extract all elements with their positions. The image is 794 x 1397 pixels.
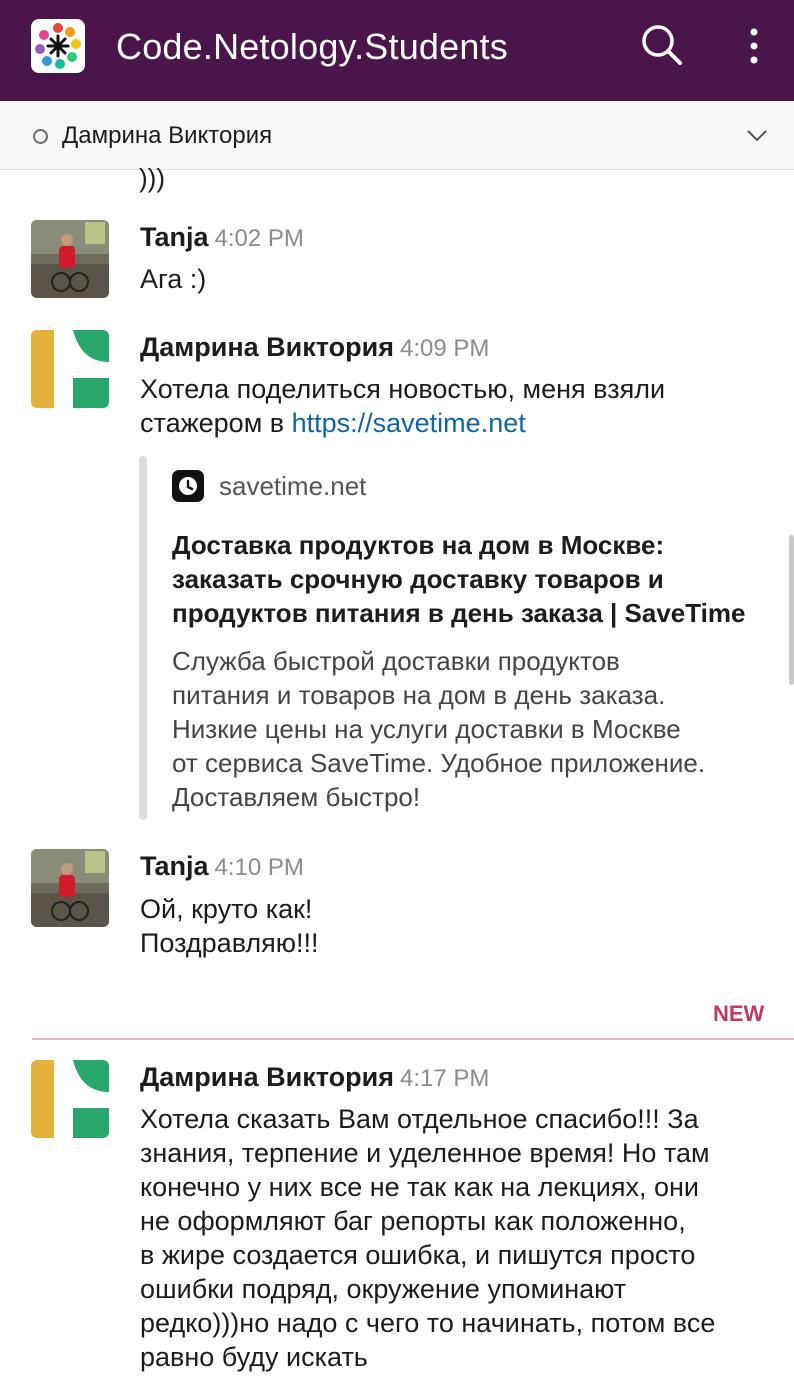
author-name[interactable]: Дамрина Виктория xyxy=(140,1062,394,1092)
message-line: Ага :) xyxy=(140,264,207,294)
chevron-down-icon[interactable] xyxy=(745,125,769,145)
message-author[interactable]: Дамрина Виктория 4:17 PM xyxy=(140,1062,489,1093)
workspace-title[interactable]: Code.Netology.Students xyxy=(116,26,508,68)
new-messages-label: NEW xyxy=(713,1001,765,1026)
presence-away-icon xyxy=(33,129,48,144)
conversation-header[interactable]: Дамрина Виктория xyxy=(0,101,794,170)
link-preview-desc-line: питания и товаров на дом в день заказа. xyxy=(172,680,666,710)
message-time: 4:17 PM xyxy=(399,1065,490,1092)
link-preview-bar xyxy=(139,456,147,820)
message-text: Хотела поделиться новостью, меня взяли с… xyxy=(140,372,665,440)
message-text: Хотела сказать Вам отдельное спасибо!!! … xyxy=(140,1102,715,1374)
link-preview-title[interactable]: Доставка продуктов на дом в Москве: зака… xyxy=(172,528,782,630)
message-line: Поздравляю!!! xyxy=(140,928,319,958)
more-menu-button[interactable] xyxy=(738,24,770,68)
avatar[interactable] xyxy=(31,849,109,927)
previous-message-fragment: ))) xyxy=(139,163,165,193)
avatar[interactable] xyxy=(31,330,109,408)
search-button[interactable] xyxy=(639,22,685,68)
message-link[interactable]: https://savetime.net xyxy=(292,408,526,438)
link-preview-title-line: Доставка продуктов на дом в Москве: xyxy=(172,530,665,560)
more-vertical-icon xyxy=(750,28,758,64)
message-line: ошибки подряд, окружение упоминают xyxy=(140,1274,627,1304)
message-line: редко)))но надо с чего то начинать, пото… xyxy=(140,1308,716,1338)
avatar[interactable] xyxy=(31,220,109,298)
message-line: Хотела сказать Вам отдельное спасибо!!! … xyxy=(140,1104,699,1134)
message-line: не оформляют баг репорты как положенно, xyxy=(140,1206,686,1236)
app-header: Code.Netology.Students xyxy=(0,0,794,101)
message-time: 4:09 PM xyxy=(399,335,490,362)
scrollbar[interactable] xyxy=(789,535,794,685)
message-time: 4:10 PM xyxy=(214,854,304,881)
search-icon xyxy=(642,25,682,65)
link-preview-title-line: заказать срочную доставку товаров и xyxy=(172,564,664,594)
message-text: Ага :) xyxy=(140,262,206,296)
message-line-text: стажером в xyxy=(140,408,292,438)
link-preview-title-line: продуктов питания в день заказа | SaveTi… xyxy=(172,598,746,628)
author-name[interactable]: Tanja xyxy=(140,851,209,881)
message-line: Хотела поделиться новостью, меня взяли xyxy=(140,374,666,404)
link-preview-desc-line: Служба быстрой доставки продуктов xyxy=(172,646,620,676)
message-line: Ой, круто как! xyxy=(140,894,313,924)
message-line: знания, терпение и уделенное время! Но т… xyxy=(140,1138,710,1168)
conversation-name: Дамрина Виктория xyxy=(62,122,273,149)
avatar[interactable] xyxy=(31,1060,109,1138)
author-name[interactable]: Дамрина Виктория xyxy=(140,332,394,362)
message-line: в жире создается ошибка, и пишутся прост… xyxy=(140,1240,696,1270)
link-preview-site[interactable]: savetime.net xyxy=(219,471,366,502)
message-line: стажером в https://savetime.net xyxy=(140,406,665,440)
message-time: 4:02 PM xyxy=(214,225,304,252)
message-author[interactable]: Tanja 4:02 PM xyxy=(140,222,304,253)
link-preview-desc-line: от сервиса SaveTime. Удобное приложение. xyxy=(172,748,706,778)
message-line: равно буду искать xyxy=(140,1342,368,1372)
link-preview-desc-line: Доставляем быстро! xyxy=(172,782,421,812)
new-messages-divider xyxy=(32,1038,794,1040)
link-preview-desc-line: Низкие цены на услуги доставки в Москве xyxy=(172,714,681,744)
site-favicon-icon xyxy=(172,470,204,502)
workspace-logo-icon[interactable] xyxy=(31,19,85,73)
message-text: Ой, круто как! Поздравляю!!! xyxy=(140,892,319,960)
link-preview-description: Служба быстрой доставки продуктов питани… xyxy=(172,644,782,814)
message-author[interactable]: Дамрина Виктория 4:09 PM xyxy=(140,332,489,363)
message-line: конечно у них все не так как на лекциях,… xyxy=(140,1172,699,1202)
author-name[interactable]: Tanja xyxy=(140,222,209,252)
message-author[interactable]: Tanja 4:10 PM xyxy=(140,851,304,882)
